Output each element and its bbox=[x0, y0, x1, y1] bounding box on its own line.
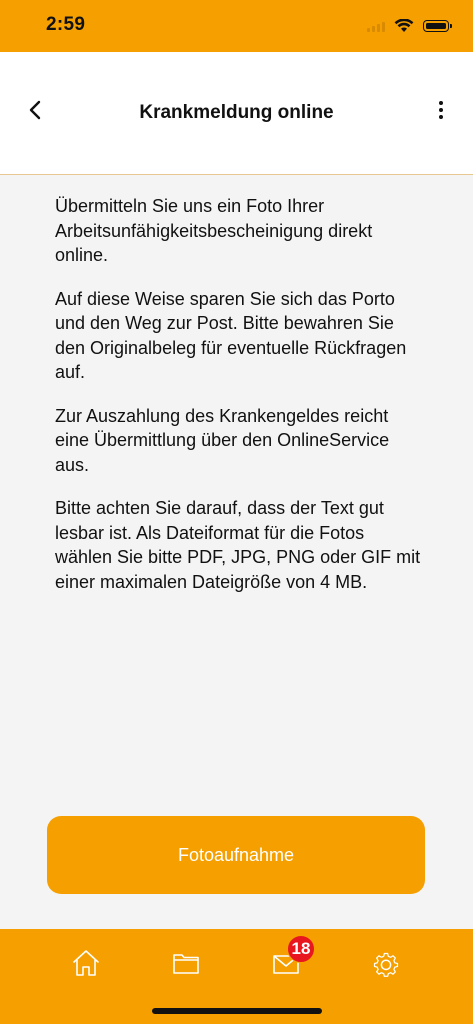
navigation-bar: Krankmeldung online bbox=[0, 52, 473, 175]
more-options-button[interactable] bbox=[431, 96, 451, 124]
status-time: 2:59 bbox=[46, 14, 86, 35]
home-indicator bbox=[152, 1008, 322, 1014]
folder-icon bbox=[173, 954, 199, 974]
info-text: Übermitteln Sie uns ein Foto Ihrer Arbei… bbox=[55, 194, 425, 613]
page-title: Krankmeldung online bbox=[139, 102, 334, 123]
home-icon bbox=[73, 950, 99, 976]
tab-home[interactable] bbox=[70, 947, 102, 979]
paragraph: Zur Auszahlung des Krankengeldes reicht … bbox=[55, 405, 390, 475]
more-vertical-icon bbox=[439, 101, 443, 105]
paragraph: Übermitteln Sie uns ein Foto Ihrer Arbei… bbox=[55, 196, 373, 265]
battery-icon bbox=[423, 20, 452, 32]
paragraph: Bitte achten Sie darauf, dass der Text g… bbox=[55, 498, 421, 592]
status-bar: 2:59 bbox=[0, 0, 473, 52]
wifi-icon bbox=[394, 19, 414, 32]
photo-capture-button[interactable]: Fotoaufnahme bbox=[47, 816, 425, 894]
cellular-signal-icon bbox=[367, 20, 385, 32]
tab-documents[interactable] bbox=[170, 947, 202, 979]
gear-icon bbox=[373, 952, 399, 977]
tab-settings[interactable] bbox=[370, 947, 402, 979]
paragraph: Auf diese Weise sparen Sie sich das Port… bbox=[55, 288, 407, 383]
status-icons bbox=[367, 16, 452, 36]
unread-badge: 18 bbox=[287, 935, 315, 963]
